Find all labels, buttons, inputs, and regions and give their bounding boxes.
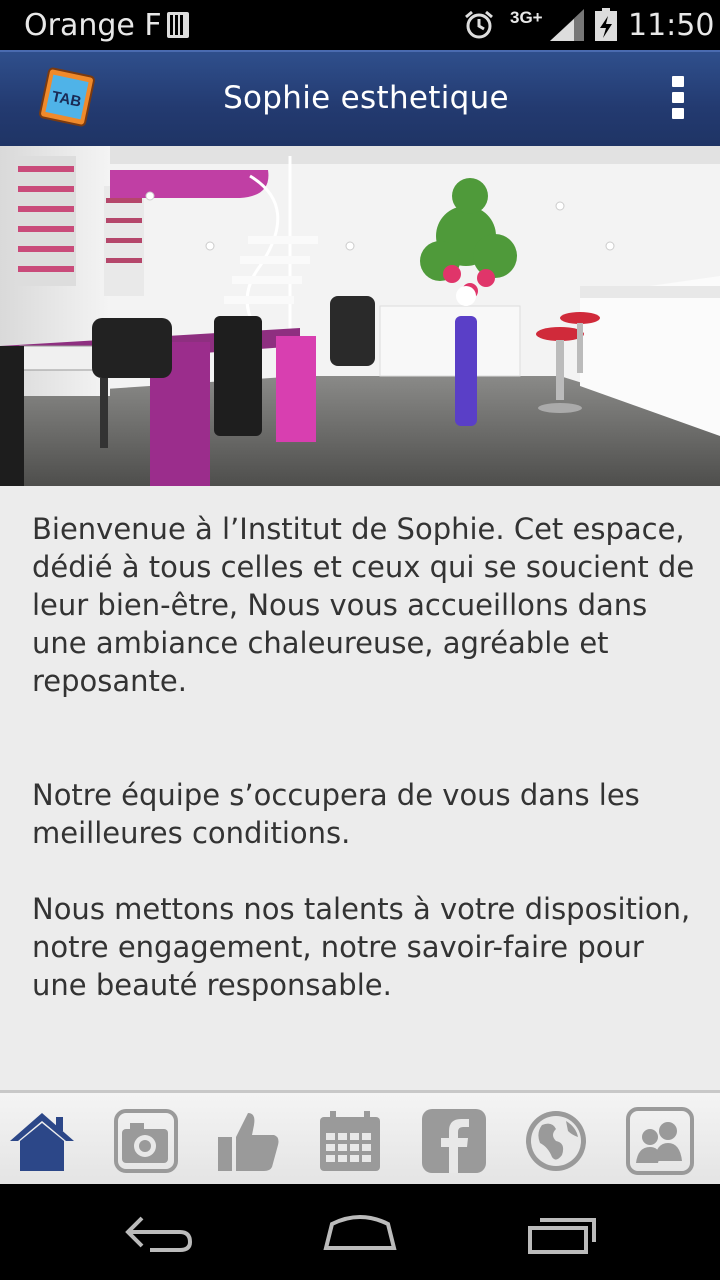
status-bar: Orange F 3G+ 11:50: [0, 0, 720, 50]
page-title: Sophie esthetique: [223, 80, 509, 116]
tab-contacts[interactable]: [626, 1107, 694, 1175]
action-bar: TAB Sophie esthetique: [0, 50, 720, 146]
tab-photos[interactable]: [112, 1107, 180, 1175]
contacts-icon: [626, 1107, 694, 1175]
alarm-icon: [465, 10, 493, 39]
home-nav-icon[interactable]: [320, 1208, 400, 1258]
bottom-tab-bar: [0, 1090, 720, 1184]
team-paragraph: Notre équipe s’occupera de vous dans les…: [32, 778, 640, 850]
back-icon[interactable]: [120, 1208, 200, 1258]
tab-like[interactable]: [214, 1107, 282, 1175]
network-type: 3G+: [510, 8, 543, 27]
camera-icon: [114, 1109, 178, 1173]
battery-charging-icon: [595, 8, 617, 41]
tab-home[interactable]: [8, 1107, 76, 1175]
overflow-menu-icon[interactable]: [664, 76, 692, 128]
home-icon: [10, 1113, 74, 1171]
calendar-icon: [320, 1111, 380, 1171]
menu-dot: [672, 76, 684, 87]
carrier-name: Orange F: [24, 8, 162, 43]
welcome-paragraph: Bienvenue à l’Institut de Sophie. Cet es…: [32, 512, 695, 698]
salon-interior-photo: [0, 146, 720, 486]
clock: 11:50: [628, 8, 715, 43]
talent-paragraph: Nous mettons nos talents à votre disposi…: [32, 892, 691, 1002]
menu-dot: [672, 92, 684, 103]
sim-icon: [167, 12, 189, 38]
tab-facebook[interactable]: [420, 1107, 488, 1175]
menu-dot: [672, 108, 684, 119]
recent-apps-icon[interactable]: [522, 1208, 602, 1258]
globe-icon: [526, 1111, 586, 1171]
system-navigation-bar: [0, 1184, 720, 1280]
tab-calendar[interactable]: [316, 1107, 384, 1175]
facebook-icon: [422, 1109, 486, 1173]
tab-website[interactable]: [522, 1107, 590, 1175]
signal-icon: [550, 9, 584, 41]
content-area: Bienvenue à l’Institut de Sophie. Cet es…: [0, 486, 720, 1090]
thumbs-up-icon: [218, 1113, 279, 1171]
